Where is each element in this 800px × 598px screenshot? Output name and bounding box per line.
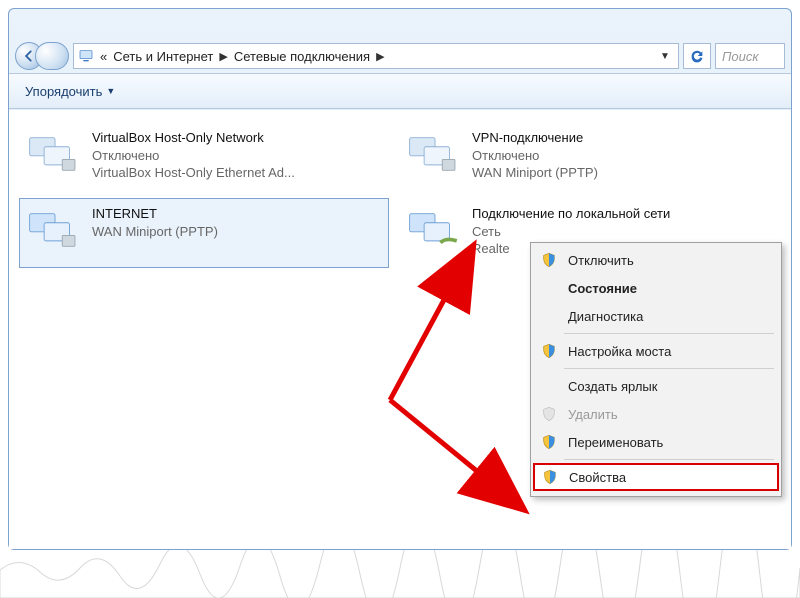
ctx-status[interactable]: Состояние <box>534 274 778 302</box>
ctx-label: Свойства <box>569 470 626 485</box>
ctx-label: Создать ярлык <box>568 379 657 394</box>
ctx-disconnect[interactable]: Отключить <box>534 246 778 274</box>
nav-buttons <box>15 42 69 70</box>
separator <box>564 459 774 460</box>
connection-item-selected[interactable]: INTERNET WAN Miniport (PPTP) <box>19 198 389 268</box>
network-adapter-icon <box>26 205 84 255</box>
organize-label: Упорядочить <box>25 84 102 99</box>
network-center-icon <box>78 48 94 64</box>
connection-status: Сеть <box>472 223 670 241</box>
shield-icon <box>538 431 560 453</box>
ctx-label: Состояние <box>568 281 637 296</box>
shield-icon-disabled <box>538 403 560 425</box>
ctx-label: Удалить <box>568 407 618 422</box>
connection-device: WAN Miniport (PPTP) <box>92 223 218 241</box>
chevron-right-icon[interactable]: ▶ <box>376 50 384 63</box>
ctx-properties[interactable]: Свойства <box>533 463 779 491</box>
ctx-diagnostics[interactable]: Диагностика <box>534 302 778 330</box>
ctx-label: Диагностика <box>568 309 643 324</box>
ctx-label: Отключить <box>568 253 634 268</box>
network-adapter-icon <box>406 205 464 255</box>
shield-icon <box>538 340 560 362</box>
connection-title: VirtualBox Host-Only Network <box>92 129 295 147</box>
search-box[interactable]: Поиск <box>715 43 785 69</box>
connection-title: Подключение по локальной сети <box>472 205 670 223</box>
nav-row: « Сеть и Интернет ▶ Сетевые подключения … <box>9 39 791 73</box>
spacer-icon <box>538 375 560 397</box>
torn-edge <box>0 550 800 598</box>
connection-status: Отключено <box>472 147 598 165</box>
chevron-right-icon[interactable]: ▶ <box>219 50 227 63</box>
connection-item[interactable]: VPN-подключение Отключено WAN Miniport (… <box>399 122 769 192</box>
ctx-bridge[interactable]: Настройка моста <box>534 337 778 365</box>
address-dropdown[interactable]: ▼ <box>656 51 674 62</box>
connection-device: VirtualBox Host-Only Ethernet Ad... <box>92 164 295 182</box>
arrow-left-icon <box>22 49 36 63</box>
context-menu: Отключить Состояние Диагностика Настройк… <box>530 242 782 497</box>
ctx-label: Переименовать <box>568 435 663 450</box>
organize-button[interactable]: Упорядочить ▼ <box>19 80 121 103</box>
ctx-label: Настройка моста <box>568 344 671 359</box>
ctx-delete: Удалить <box>534 400 778 428</box>
refresh-button[interactable] <box>683 43 711 69</box>
connection-title: VPN-подключение <box>472 129 598 147</box>
network-adapter-icon <box>26 129 84 179</box>
shield-icon <box>539 466 561 488</box>
separator <box>564 368 774 369</box>
network-adapter-icon <box>406 129 464 179</box>
chevron-down-icon: ▼ <box>106 86 115 96</box>
forward-button[interactable] <box>35 42 69 70</box>
connection-device: WAN Miniport (PPTP) <box>472 164 598 182</box>
breadcrumb-seg-2[interactable]: Сетевые подключения <box>234 49 370 64</box>
spacer-icon <box>538 277 560 299</box>
refresh-icon <box>689 48 705 64</box>
separator <box>564 333 774 334</box>
ctx-shortcut[interactable]: Создать ярлык <box>534 372 778 400</box>
ctx-rename[interactable]: Переименовать <box>534 428 778 456</box>
search-placeholder: Поиск <box>722 49 759 64</box>
toolbar: Упорядочить ▼ <box>9 73 791 109</box>
breadcrumb-seg-1[interactable]: Сеть и Интернет <box>113 49 213 64</box>
titlebar <box>9 9 791 39</box>
connection-title: INTERNET <box>92 205 218 223</box>
spacer-icon <box>538 305 560 327</box>
address-bar[interactable]: « Сеть и Интернет ▶ Сетевые подключения … <box>73 43 679 69</box>
shield-icon <box>538 249 560 271</box>
connection-item[interactable]: VirtualBox Host-Only Network Отключено V… <box>19 122 389 192</box>
connection-status: Отключено <box>92 147 295 165</box>
breadcrumb-prefix: « <box>100 49 107 64</box>
